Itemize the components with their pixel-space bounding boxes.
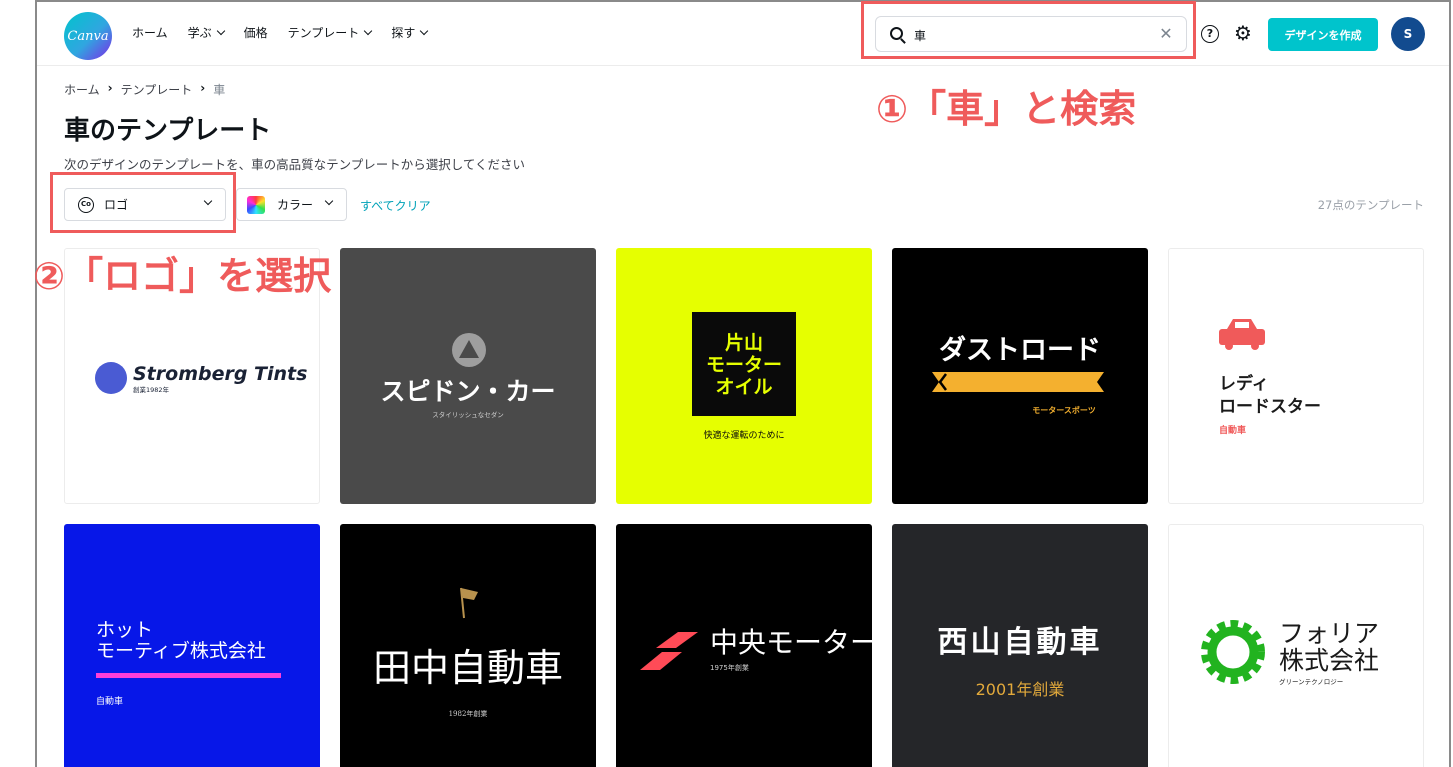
template-title: 中央モーター <box>710 626 872 659</box>
template-subtitle: 1975年創業 <box>710 663 749 672</box>
template-card[interactable]: 中央モーター 1975年創業 <box>616 524 872 767</box>
template-title: ダストロード <box>939 334 1101 366</box>
template-card[interactable]: 西山自動車 2001年創業 <box>892 524 1148 767</box>
annotation-search-text: ①「車」と検索 <box>876 87 1137 131</box>
template-title-line: レディ <box>1219 373 1269 394</box>
template-title: スピドン・カー <box>380 377 555 406</box>
canva-logo[interactable]: Canva <box>64 12 112 60</box>
color-filter-label: カラー <box>277 198 314 212</box>
nav-learn-label: 学ぶ <box>187 26 212 40</box>
chevron-down-icon <box>216 26 225 36</box>
template-thumbnail: レディ ロードスター 自動車 <box>1219 319 1321 436</box>
template-card[interactable]: 片山 モーター オイル 快適な運転のために <box>616 248 872 504</box>
nav-templates[interactable]: テンプレート <box>287 24 373 41</box>
template-title-line: オイル <box>715 376 772 398</box>
template-thumbnail: 片山 モーター オイル 快適な運転のために <box>692 312 796 441</box>
template-subtitle: グリーンテクノロジー <box>1279 677 1343 686</box>
accent-bar <box>96 673 281 678</box>
nav-learn[interactable]: 学ぶ <box>187 24 225 41</box>
template-card[interactable]: フォリア 株式会社 グリーンテクノロジー <box>1168 524 1424 767</box>
color-filter-dropdown[interactable]: カラー <box>236 188 347 221</box>
gear-logo-icon <box>1201 620 1265 684</box>
avatar[interactable]: S <box>1391 17 1425 51</box>
color-swatch-icon <box>247 195 265 214</box>
template-subtitle: モータースポーツ <box>1032 405 1095 415</box>
template-card[interactable]: ダストロード モータースポーツ <box>892 248 1148 504</box>
template-title-line: ホット <box>96 619 153 641</box>
template-title-line: 株式会社 <box>1279 646 1379 675</box>
template-thumbnail: スピドン・カー スタイリッシュなセダン <box>380 333 556 419</box>
breadcrumb-separator-icon: › <box>107 81 113 95</box>
nav-home-label: ホーム <box>132 26 168 40</box>
template-title-line: フォリア <box>1279 619 1379 648</box>
clear-all-link[interactable]: すべてクリア <box>360 197 431 214</box>
nav-home[interactable]: ホーム <box>132 24 168 41</box>
template-title-line: モーティブ株式会社 <box>96 639 266 662</box>
nav-discover-label: 探す <box>391 26 416 40</box>
annotation-logo-text: ②「ロゴ」を選択 <box>33 254 332 298</box>
template-subtitle: 自動車 <box>1219 424 1246 436</box>
canva-window: Canva ホーム 学ぶ 価格 テンプレート 探す ✕ ? ⚙ デザインを作成 … <box>35 0 1451 767</box>
template-title-line: ロードスター <box>1219 397 1321 417</box>
template-title: 田中自動車 <box>373 646 563 690</box>
template-card[interactable]: スピドン・カー スタイリッシュなセダン <box>340 248 596 504</box>
chevron-down-icon <box>420 26 429 36</box>
template-subtitle: 快適な運転のために <box>703 429 784 441</box>
template-card[interactable]: ホット モーティブ株式会社 自動車 <box>64 524 320 767</box>
template-subtitle: 自動車 <box>96 695 123 707</box>
template-thumbnail: 田中自動車 1982年創業 <box>373 587 563 718</box>
template-subtitle: 創業1982年 <box>133 385 170 394</box>
nav-pricing-label: 価格 <box>243 26 268 40</box>
template-title: Stromberg Tints <box>133 363 307 385</box>
template-title-line: モーター <box>706 354 782 376</box>
page-title: 車のテンプレート <box>64 116 272 146</box>
nav-discover[interactable]: 探す <box>391 24 429 41</box>
template-count: 27点のテンプレート <box>1317 198 1424 212</box>
chevron-down-icon <box>324 196 334 206</box>
template-thumbnail: フォリア 株式会社 グリーンテクノロジー <box>1201 619 1379 686</box>
template-thumbnail: ダストロード モータースポーツ <box>932 334 1104 415</box>
create-design-button[interactable]: デザインを作成 <box>1268 18 1378 51</box>
breadcrumb-current: 車 <box>213 83 226 97</box>
car-icon <box>1219 319 1265 350</box>
template-thumbnail: 中央モーター 1975年創業 <box>640 626 872 672</box>
template-thumbnail: ホット モーティブ株式会社 自動車 <box>96 619 281 707</box>
breadcrumb: ホーム › テンプレート › 車 <box>64 81 225 98</box>
nav-templates-label: テンプレート <box>287 26 360 40</box>
chevron-down-icon <box>364 26 373 36</box>
breadcrumb-home[interactable]: ホーム <box>64 81 100 98</box>
road-stripe-icon <box>932 372 1104 392</box>
template-subtitle: 2001年創業 <box>976 680 1065 699</box>
template-card[interactable]: レディ ロードスター 自動車 <box>1168 248 1424 504</box>
nav-pricing[interactable]: 価格 <box>244 24 268 41</box>
breadcrumb-templates[interactable]: テンプレート <box>121 81 193 98</box>
flag-icon <box>460 587 478 619</box>
help-icon[interactable]: ? <box>1201 25 1219 43</box>
breadcrumb-separator-icon: › <box>200 81 206 95</box>
page-subtitle: 次のデザインのテンプレートを、車の高品質なテンプレートから選択してください <box>64 157 526 172</box>
template-title: 西山自動車 <box>938 625 1103 660</box>
template-subtitle: スタイリッシュなセダン <box>432 410 504 419</box>
template-thumbnail: 西山自動車 2001年創業 <box>938 625 1103 699</box>
annotation-logo-box <box>50 172 236 233</box>
annotation-search-box <box>861 1 1196 59</box>
stripes-icon <box>640 632 698 670</box>
template-title-line: 片山 <box>725 331 763 354</box>
template-card[interactable]: 田中自動車 1982年創業 <box>340 524 596 767</box>
gear-icon[interactable]: ⚙ <box>1233 23 1253 43</box>
main-nav: ホーム 学ぶ 価格 テンプレート 探す <box>132 24 429 41</box>
template-subtitle: 1982年創業 <box>449 709 488 718</box>
top-header: Canva ホーム 学ぶ 価格 テンプレート 探す ✕ ? ⚙ デザインを作成 … <box>37 2 1449 66</box>
circle-icon <box>95 362 127 394</box>
